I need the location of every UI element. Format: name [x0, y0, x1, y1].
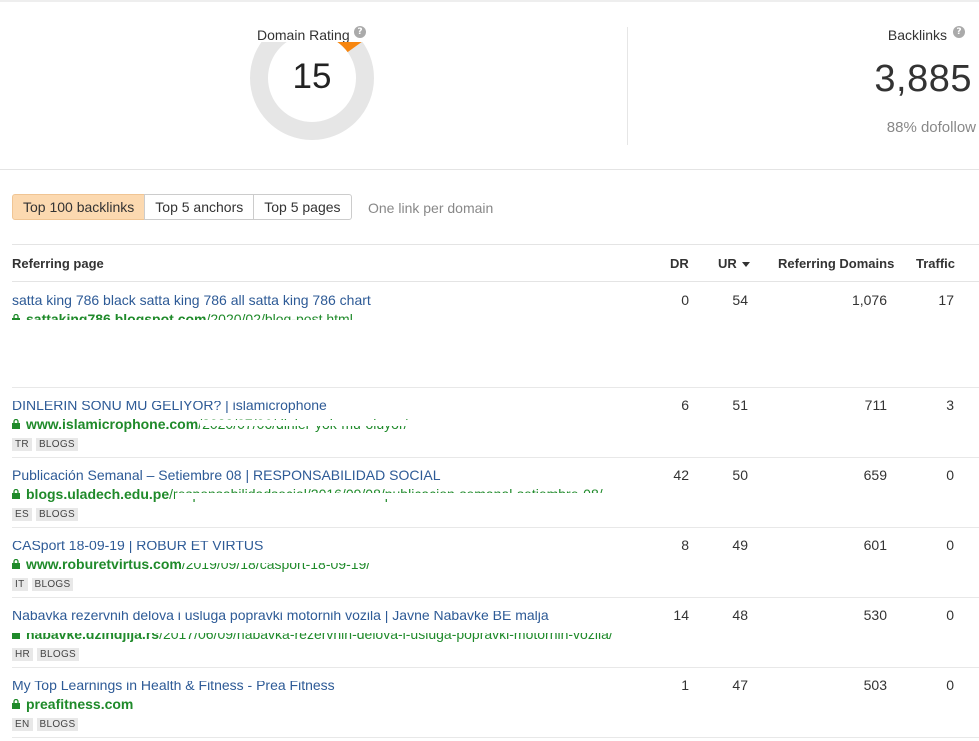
backlinks-tabs: Top 100 backlinks Top 5 anchors Top 5 pa…	[12, 194, 352, 220]
redaction-mask	[12, 602, 632, 611]
header-referring-page: Referring page	[12, 256, 104, 271]
referring-domains-value[interactable]: 1,076	[852, 292, 887, 308]
tag-badge: BLOGS	[36, 718, 79, 731]
tag-badge: TR	[12, 438, 32, 451]
url-domain: www.roburetvirtus.com	[26, 556, 182, 572]
lock-icon	[12, 559, 20, 570]
tab-top-5-pages[interactable]: Top 5 pages	[253, 194, 352, 220]
tag-badge: BLOGS	[37, 648, 80, 661]
tag-badge: BLOGS	[31, 578, 74, 591]
top-border	[0, 0, 979, 2]
redaction-mask	[12, 392, 632, 401]
header-ur[interactable]: UR	[718, 256, 751, 271]
tag-badge: EN	[12, 718, 33, 731]
tag-badge: BLOGS	[35, 438, 78, 451]
lock-icon	[12, 489, 20, 500]
redaction-mask	[12, 532, 632, 541]
tag-badge: IT	[12, 578, 28, 591]
table-top-divider	[12, 244, 979, 245]
referring-domains-value[interactable]: 659	[864, 467, 887, 483]
redaction-mask	[200, 420, 610, 426]
tab-top-5-anchors[interactable]: Top 5 anchors	[144, 194, 255, 220]
dr-value: 8	[681, 537, 689, 553]
lock-icon	[12, 699, 20, 710]
referring-page-url[interactable]: preafitness.com	[12, 696, 133, 712]
dr-value: 42	[673, 467, 689, 483]
traffic-value: 0	[946, 467, 954, 483]
referring-domains-value[interactable]: 503	[864, 677, 887, 693]
redaction-mask	[12, 672, 632, 681]
traffic-value: 17	[938, 292, 954, 308]
table-row: satta king 786 black satta king 786 all …	[0, 282, 979, 388]
referring-domains-value[interactable]: 601	[864, 537, 887, 553]
referring-page-title[interactable]: Publicación Semanal – Setiembre 08 | RES…	[12, 467, 441, 483]
dr-value: 1	[681, 677, 689, 693]
dr-value: 0	[681, 292, 689, 308]
domain-rating-label: Domain Rating	[257, 27, 350, 43]
redaction-mask	[12, 320, 612, 330]
redaction-mask	[175, 493, 615, 499]
tag-badge: ES	[12, 508, 32, 521]
traffic-value: 0	[946, 537, 954, 553]
traffic-value: 3	[946, 397, 954, 413]
sort-desc-icon	[742, 261, 751, 267]
domain-rating-help-icon[interactable]: ?	[354, 26, 366, 38]
tag-badge: BLOGS	[35, 508, 78, 521]
referring-domains-value[interactable]: 711	[865, 397, 887, 413]
url-domain: blogs.uladech.edu.pe	[26, 486, 170, 502]
row-tags: ES BLOGS	[12, 508, 78, 521]
tab-top-100-backlinks[interactable]: Top 100 backlinks	[12, 194, 146, 220]
ur-value: 47	[732, 677, 748, 693]
table-row: Publicación Semanal – Setiembre 08 | RES…	[0, 457, 979, 528]
ur-value: 49	[732, 537, 748, 553]
backlinks-label: Backlinks	[887, 27, 947, 43]
redaction-mask	[180, 553, 410, 563]
section-divider	[0, 169, 979, 170]
redaction-mask	[12, 627, 612, 633]
header-dr[interactable]: DR	[670, 256, 689, 271]
row-tags: EN BLOGS	[12, 718, 79, 731]
stats-divider	[627, 27, 628, 145]
row-divider	[12, 737, 979, 738]
header-referring-domains[interactable]: Referring Domains	[778, 256, 894, 271]
url-domain: www.islamicrophone.com	[26, 416, 199, 432]
lock-icon	[12, 419, 20, 430]
backlinks-help-icon[interactable]: ?	[953, 26, 965, 38]
traffic-value: 0	[946, 677, 954, 693]
header-ur-label: UR	[718, 256, 737, 271]
one-link-per-domain-toggle[interactable]: One link per domain	[368, 200, 493, 216]
ur-value: 54	[732, 292, 748, 308]
row-tags: HR BLOGS	[12, 648, 80, 661]
dr-value: 14	[673, 607, 689, 623]
redaction-mask	[12, 286, 632, 295]
header-traffic[interactable]: Traffic	[916, 256, 955, 271]
dr-value: 6	[681, 397, 689, 413]
domain-rating-value: 15	[292, 57, 332, 96]
row-tags: TR BLOGS	[12, 438, 78, 451]
ur-value: 51	[732, 397, 748, 413]
ur-value: 48	[732, 607, 748, 623]
referring-domains-value[interactable]: 530	[864, 607, 887, 623]
dofollow-percentage: 88% dofollow	[886, 119, 976, 136]
tag-badge: HR	[12, 648, 34, 661]
traffic-value: 0	[946, 607, 954, 623]
backlinks-value: 3,885	[874, 58, 972, 100]
url-domain: preafitness.com	[26, 696, 134, 712]
row-tags: IT BLOGS	[12, 578, 74, 591]
ur-value: 50	[732, 467, 748, 483]
